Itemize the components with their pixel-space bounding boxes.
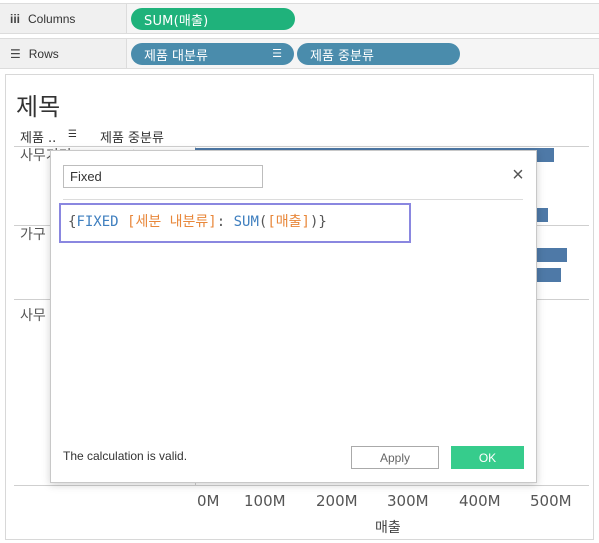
axis-tick: 0M [197,492,220,510]
axis-tick: 100M [244,492,286,510]
formula-field: [매출] [267,214,310,230]
header-sort-icon[interactable]: ☰ [68,129,77,140]
axis-tick: 400M [459,492,501,510]
formula-colon: : [216,214,226,230]
rows-label: Rows [28,46,59,61]
product-category-pill-label: 제품 대분류 [144,48,208,64]
axis-line [14,485,589,486]
product-category-pill[interactable]: 제품 대분류 ☰ [131,43,294,65]
worksheet-title: 제목 [16,93,61,121]
formula-close-brace: } [318,214,327,230]
columns-shelf: iii Columns SUM(매출) [0,3,599,34]
apply-button[interactable]: Apply [351,446,439,469]
row-category-label[interactable]: 사무 [20,305,46,325]
columns-shelf-label: iii Columns [0,4,127,33]
close-icon[interactable]: × [509,165,527,185]
dialog-divider [63,199,523,200]
sum-sales-pill[interactable]: SUM(매출) [131,8,295,30]
sort-icon[interactable]: ☰ [272,47,282,60]
rows-icon: ☰ [10,46,21,61]
columns-label: Columns [28,11,76,26]
formula-field: [세분 내분류] [127,214,217,230]
product-subcategory-pill[interactable]: 제품 중분류 [297,43,460,65]
calculation-dialog: × {FIXED [세분 내분류]: SUM([매출])} The calcul… [50,150,537,483]
ok-button[interactable]: OK [451,446,524,469]
columns-icon: iii [10,11,21,26]
header-product-category[interactable]: 제품 .. [20,127,56,146]
header-product-subcategory[interactable]: 제품 중분류 [100,127,164,146]
row-category-label[interactable]: 가구 [20,224,46,244]
rows-shelf-label: ☰ Rows [0,39,127,68]
calculation-name-input[interactable] [63,165,263,188]
formula-function: SUM [233,214,259,230]
formula-editor[interactable]: {FIXED [세분 내분류]: SUM([매출])} [59,203,411,243]
formula-keyword: FIXED [76,214,119,230]
axis-tick: 300M [387,492,429,510]
axis-tick: 200M [316,492,358,510]
sum-sales-pill-label: SUM(매출) [144,13,209,29]
rows-shelf: ☰ Rows 제품 대분류 ☰ 제품 중분류 [0,38,599,69]
calculation-status: The calculation is valid. [63,449,188,463]
axis-title: 매출 [375,520,401,536]
product-subcategory-pill-label: 제품 중분류 [310,48,374,64]
axis-tick: 500M [530,492,572,510]
